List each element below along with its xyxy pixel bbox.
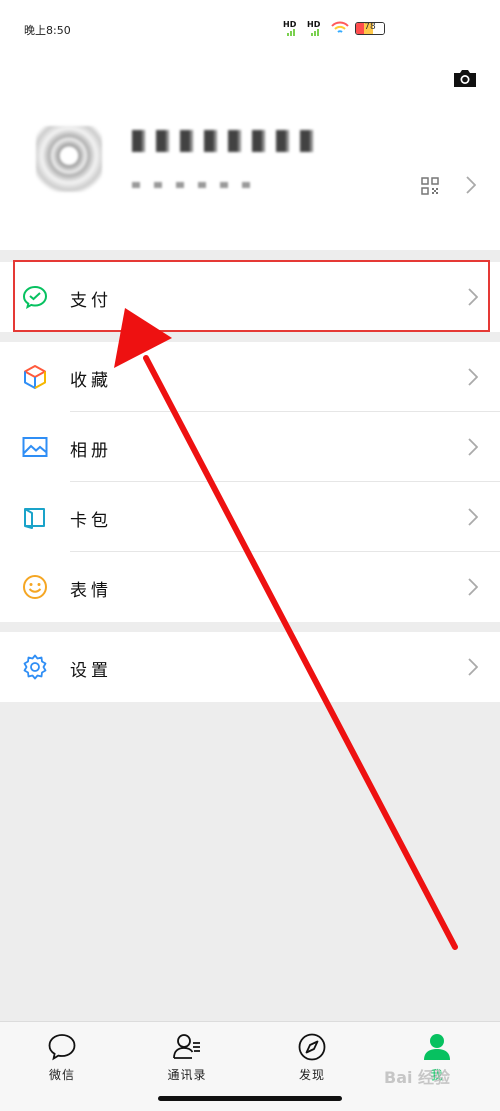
tab-label-contacts: 通讯录 — [167, 1068, 207, 1082]
smiley-icon — [23, 575, 47, 599]
tab-contacts[interactable]: 通讯录 — [147, 1032, 227, 1083]
menu-label-album: 相册 — [70, 441, 112, 461]
chat-bubble-icon — [48, 1034, 76, 1061]
compass-icon — [298, 1033, 326, 1061]
status-bar: 晚上8:50 HD HD 78 — [0, 0, 500, 60]
chevron-right-icon — [468, 288, 478, 306]
tab-discover[interactable]: 发现 — [272, 1032, 352, 1083]
menu-item-stickers[interactable]: 表情 — [0, 552, 500, 622]
menu-group-pay: 支付 — [0, 262, 500, 332]
menu-group-settings: 设置 — [0, 632, 500, 702]
avatar[interactable] — [36, 126, 102, 192]
status-time: 晚上8:50 — [24, 24, 71, 37]
home-indicator[interactable] — [158, 1096, 342, 1101]
chevron-right-icon — [468, 658, 478, 676]
contacts-icon — [173, 1034, 200, 1059]
qr-code-icon[interactable] — [421, 177, 439, 195]
wallet-icon — [24, 508, 45, 529]
gear-icon — [23, 654, 47, 680]
menu-label-pay: 支付 — [70, 291, 112, 311]
menu-label-cards: 卡包 — [70, 511, 112, 531]
camera-icon[interactable] — [452, 68, 478, 88]
battery-icon: 78 — [355, 21, 385, 35]
cube-icon — [24, 365, 46, 389]
menu-item-pay[interactable]: 支付 — [0, 262, 500, 332]
chevron-right-icon — [468, 368, 478, 386]
signal-icon-1: HD — [283, 20, 301, 36]
profile-header[interactable] — [0, 60, 500, 250]
tab-label-discover: 发现 — [298, 1068, 325, 1082]
wechat-pay-icon — [22, 285, 48, 309]
wechat-id-blurred — [132, 182, 258, 188]
wifi-icon — [331, 21, 349, 33]
menu-group-main: 收藏 相册 卡包 表情 — [0, 342, 500, 622]
tab-chats[interactable]: 微信 — [22, 1032, 102, 1083]
image-icon — [22, 437, 48, 457]
watermark: Bai 经验 — [384, 1068, 451, 1087]
menu-item-settings[interactable]: 设置 — [0, 632, 500, 702]
status-icons: HD HD 78 — [283, 20, 385, 36]
tab-label-chats: 微信 — [48, 1068, 75, 1082]
menu-label-settings: 设置 — [70, 661, 112, 681]
menu-item-favorites[interactable]: 收藏 — [0, 342, 500, 412]
signal-icon-2: HD — [307, 20, 325, 36]
menu-label-stickers: 表情 — [70, 581, 112, 601]
person-icon — [424, 1034, 450, 1060]
chevron-right-icon — [468, 508, 478, 526]
menu-label-favorites: 收藏 — [70, 371, 112, 391]
chevron-right-icon — [468, 438, 478, 456]
nickname-blurred — [132, 130, 322, 152]
menu-item-album[interactable]: 相册 — [0, 412, 500, 482]
menu-item-cards[interactable]: 卡包 — [0, 482, 500, 552]
chevron-right-icon — [468, 578, 478, 596]
chevron-right-icon — [466, 176, 476, 194]
